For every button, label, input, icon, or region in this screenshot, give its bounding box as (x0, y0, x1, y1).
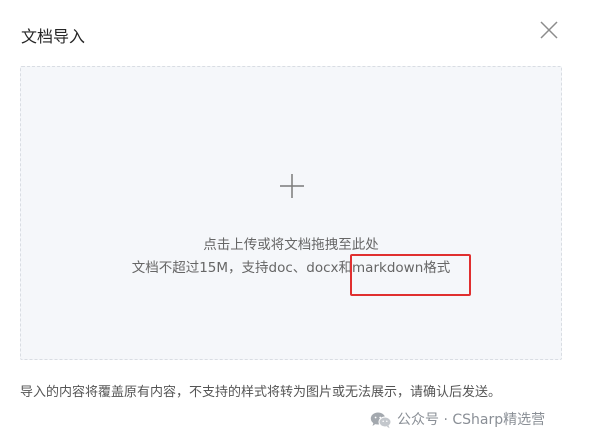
watermark: 公众号 · CSharp精选营 (370, 410, 545, 430)
upload-dropzone[interactable]: 点击上传或将文档拖拽至此处 文档不超过15M，支持doc、docx和markdo… (20, 66, 562, 360)
import-warning-note: 导入的内容将覆盖原有内容，不支持的样式将转为图片或无法展示，请确认后发送。 (20, 385, 502, 400)
close-icon (540, 21, 558, 39)
upload-format-hint: 文档不超过15M，支持doc、docx和markdown格式 (131, 260, 451, 276)
annotation-highlight-box (350, 254, 471, 296)
plus-icon (279, 173, 305, 199)
import-document-dialog: 文档导入 点击上传或将文档拖拽至此处 文档不超过15M，支持doc、docx和m… (0, 0, 590, 446)
upload-instruction: 点击上传或将文档拖拽至此处 (203, 237, 379, 253)
close-button[interactable] (536, 17, 562, 43)
watermark-text: 公众号 · CSharp精选营 (397, 412, 546, 428)
dialog-title: 文档导入 (21, 27, 86, 46)
wechat-icon (370, 411, 392, 429)
